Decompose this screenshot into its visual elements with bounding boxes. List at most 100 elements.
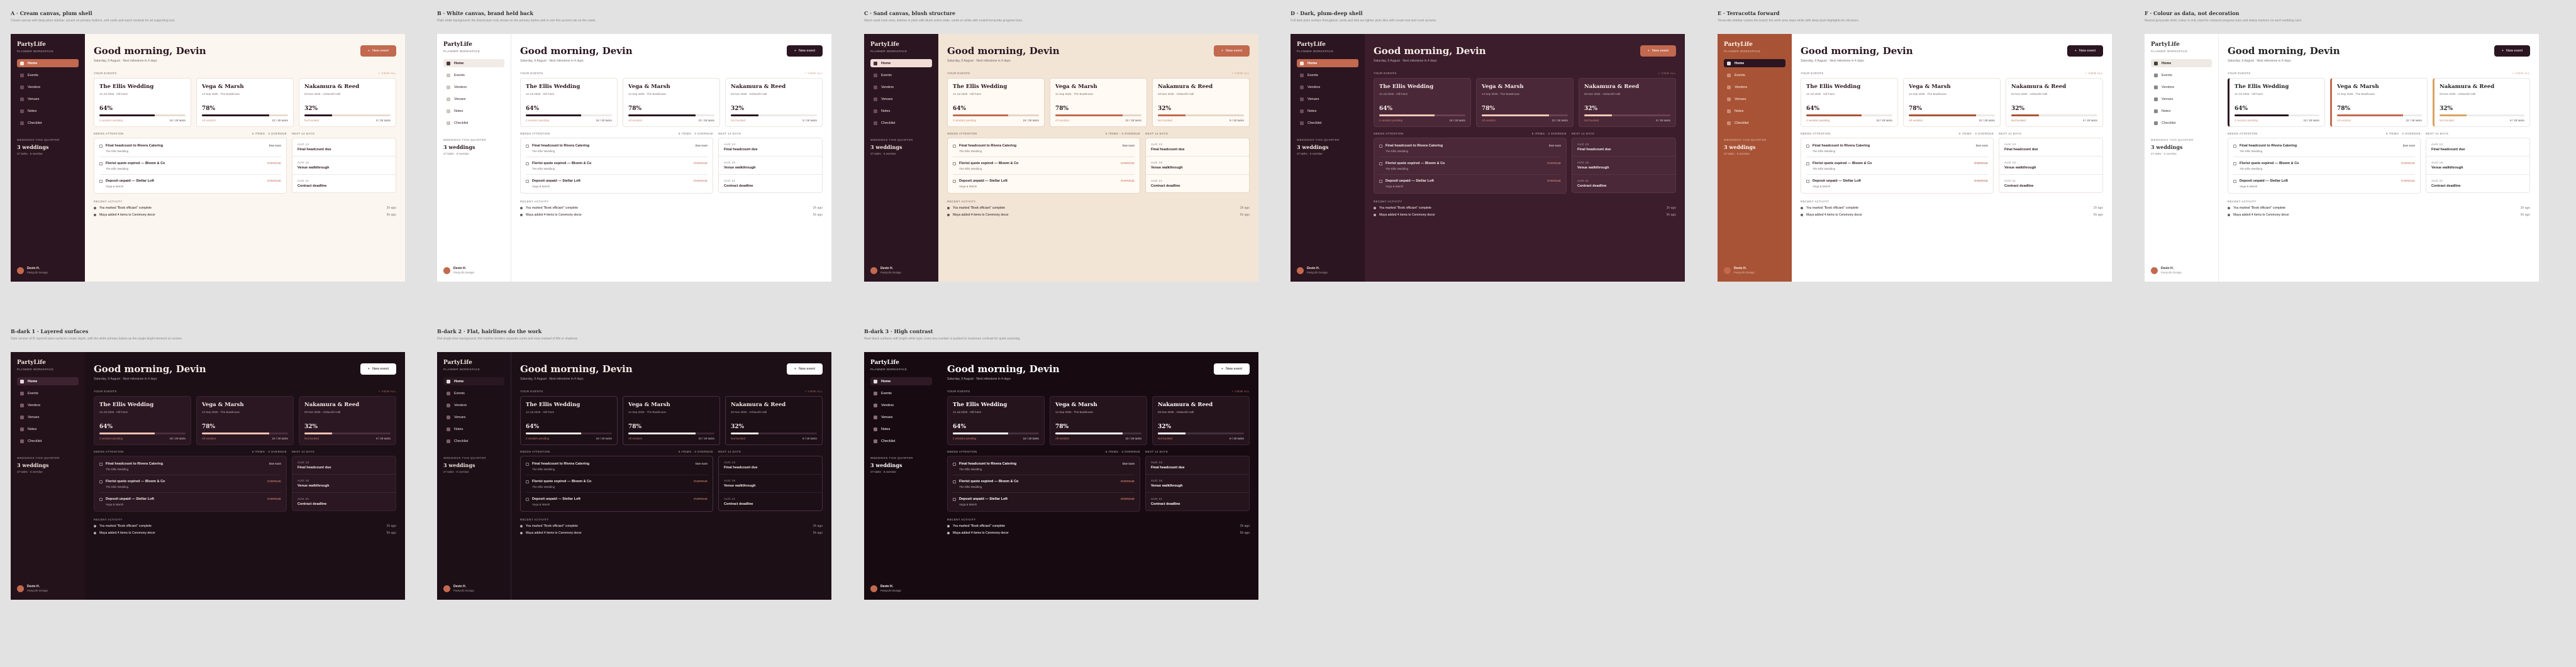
view-all-link[interactable]: + VIEW ALL — [379, 390, 396, 393]
new-event-button[interactable]: + New event — [2494, 45, 2530, 57]
sidebar-item-vendors[interactable]: Vendors — [1297, 83, 1358, 91]
event-card[interactable]: Vega & Marsh 14 Sep 2025 · The Boathouse… — [1050, 78, 1147, 127]
checkbox[interactable] — [526, 180, 529, 183]
sidebar-item-venues[interactable]: Venues — [870, 95, 932, 103]
checkbox[interactable] — [526, 480, 529, 483]
upcoming-item[interactable]: AUG 16 Venue walkthrough — [292, 475, 396, 493]
list-item[interactable]: Florist quote expired — Bloom & Co The E… — [953, 475, 1135, 493]
brand-logo[interactable]: PartyLife — [870, 41, 932, 48]
sidebar-item-events[interactable]: Events — [443, 389, 504, 397]
view-all-link[interactable]: + VIEW ALL — [1232, 72, 1250, 75]
sidebar-item-checklist[interactable]: Checklist — [1297, 119, 1358, 127]
brand-logo[interactable]: PartyLife — [17, 41, 79, 48]
new-event-button[interactable]: + New event — [1213, 45, 1250, 57]
upcoming-item[interactable]: AUG 21 Contract deadline — [292, 493, 396, 510]
sidebar-item-notes[interactable]: Notes — [443, 107, 504, 115]
checkbox[interactable] — [99, 162, 103, 165]
checkbox[interactable] — [99, 180, 103, 183]
list-item[interactable]: Florist quote expired — Bloom & Co The E… — [1379, 157, 1562, 175]
list-item[interactable]: Final headcount to Rivera Catering The E… — [1379, 140, 1562, 157]
upcoming-item[interactable]: AUG 13 Final headcount due — [2426, 138, 2529, 157]
new-event-button[interactable]: + New event — [2067, 45, 2103, 57]
upcoming-item[interactable]: AUG 16 Venue walkthrough — [2426, 157, 2529, 175]
sidebar-item-home[interactable]: Home — [1724, 59, 1785, 67]
sidebar-item-notes[interactable]: Notes — [1724, 107, 1785, 115]
sidebar-item-checklist[interactable]: Checklist — [2151, 119, 2212, 127]
list-item[interactable]: Florist quote expired — Bloom & Co The E… — [526, 475, 708, 493]
view-all-link[interactable]: + VIEW ALL — [1658, 72, 1676, 75]
list-item[interactable]: Deposit unpaid — Stellar Loft Vega & Mar… — [1379, 175, 1561, 192]
event-card[interactable]: Vega & Marsh 14 Sep 2025 · The Boathouse… — [196, 396, 294, 445]
list-item[interactable]: Deposit unpaid — Stellar Loft Vega & Mar… — [953, 175, 1135, 192]
list-item[interactable]: Deposit unpaid — Stellar Loft Vega & Mar… — [526, 175, 708, 192]
checkbox[interactable] — [526, 162, 529, 165]
sidebar-item-checklist[interactable]: Checklist — [443, 119, 504, 127]
sidebar-item-notes[interactable]: Notes — [443, 425, 504, 433]
upcoming-item[interactable]: AUG 21 Contract deadline — [1146, 493, 1249, 510]
event-card[interactable]: Vega & Marsh 14 Sep 2025 · The Boathouse… — [196, 78, 294, 127]
upcoming-item[interactable]: AUG 16 Venue walkthrough — [719, 475, 822, 493]
sidebar-item-home[interactable]: Home — [17, 59, 79, 67]
upcoming-item[interactable]: AUG 16 Venue walkthrough — [292, 157, 396, 175]
upcoming-item[interactable]: AUG 13 Final headcount due — [1146, 456, 1249, 475]
sidebar-item-vendors[interactable]: Vendors — [2151, 83, 2212, 91]
checkbox[interactable] — [1379, 162, 1382, 165]
event-card[interactable]: Vega & Marsh 14 Sep 2025 · The Boathouse… — [1476, 78, 1574, 127]
checkbox[interactable] — [99, 480, 103, 483]
sidebar-item-notes[interactable]: Notes — [2151, 107, 2212, 115]
sidebar-item-events[interactable]: Events — [1297, 71, 1358, 79]
checkbox[interactable] — [2233, 162, 2236, 165]
event-card[interactable]: The Ellis Wedding 12 Jul 2025 · Hill Far… — [947, 396, 1045, 445]
event-card[interactable]: Nakamura & Reed 03 Nov 2025 · Ashworth H… — [299, 78, 396, 127]
event-card[interactable]: Vega & Marsh 14 Sep 2025 · The Boathouse… — [623, 78, 720, 127]
checkbox[interactable] — [953, 145, 956, 148]
sidebar-item-notes[interactable]: Notes — [17, 107, 79, 115]
sidebar-item-vendors[interactable]: Vendors — [443, 83, 504, 91]
list-item[interactable]: Final headcount to Rivera Catering The E… — [953, 140, 1135, 157]
sidebar-item-checklist[interactable]: Checklist — [870, 119, 932, 127]
upcoming-item[interactable]: AUG 21 Contract deadline — [1999, 175, 2102, 192]
list-item[interactable]: Deposit unpaid — Stellar Loft Vega & Mar… — [2233, 175, 2415, 192]
user-profile[interactable]: Devin H. PartyLife Design — [2151, 267, 2182, 274]
sidebar-item-vendors[interactable]: Vendors — [443, 401, 504, 409]
sidebar-item-venues[interactable]: Venues — [17, 413, 79, 421]
event-card[interactable]: Nakamura & Reed 03 Nov 2025 · Ashworth H… — [1579, 78, 1676, 127]
sidebar-item-events[interactable]: Events — [870, 389, 932, 397]
event-card[interactable]: The Ellis Wedding 12 Jul 2025 · Hill Far… — [1801, 78, 1898, 127]
checkbox[interactable] — [526, 498, 529, 501]
sidebar-item-home[interactable]: Home — [1297, 59, 1358, 67]
view-all-link[interactable]: + VIEW ALL — [2512, 72, 2530, 75]
checkbox[interactable] — [99, 145, 103, 148]
list-item[interactable]: Florist quote expired — Bloom & Co The E… — [1806, 157, 1989, 175]
checkbox[interactable] — [1379, 180, 1382, 183]
upcoming-item[interactable]: AUG 21 Contract deadline — [292, 175, 396, 192]
sidebar-item-home[interactable]: Home — [443, 59, 504, 67]
upcoming-item[interactable]: AUG 21 Contract deadline — [2426, 175, 2529, 192]
view-all-link[interactable]: + VIEW ALL — [805, 72, 823, 75]
sidebar-item-home[interactable]: Home — [443, 377, 504, 385]
user-profile[interactable]: Devin H. PartyLife Design — [870, 585, 901, 592]
checkbox[interactable] — [1379, 145, 1382, 148]
checkbox[interactable] — [953, 180, 956, 183]
sidebar-item-venues[interactable]: Venues — [870, 413, 932, 421]
event-card[interactable]: The Ellis Wedding 12 Jul 2025 · Hill Far… — [1374, 78, 1471, 127]
checkbox[interactable] — [99, 463, 103, 466]
upcoming-item[interactable]: AUG 16 Venue walkthrough — [1146, 475, 1249, 493]
event-card[interactable]: The Ellis Wedding 12 Jul 2025 · Hill Far… — [520, 396, 618, 445]
sidebar-item-checklist[interactable]: Checklist — [17, 119, 79, 127]
event-card[interactable]: Nakamura & Reed 03 Nov 2025 · Ashworth H… — [299, 396, 396, 445]
event-card[interactable]: The Ellis Wedding 12 Jul 2025 · Hill Far… — [94, 396, 191, 445]
sidebar-item-events[interactable]: Events — [1724, 71, 1785, 79]
list-item[interactable]: Final headcount to Rivera Catering The E… — [953, 458, 1135, 475]
list-item[interactable]: Final headcount to Rivera Catering The E… — [1806, 140, 1989, 157]
brand-logo[interactable]: PartyLife — [1297, 41, 1358, 48]
list-item[interactable]: Final headcount to Rivera Catering The E… — [99, 140, 282, 157]
sidebar-item-events[interactable]: Events — [2151, 71, 2212, 79]
upcoming-item[interactable]: AUG 13 Final headcount due — [292, 138, 396, 157]
event-card[interactable]: Nakamura & Reed 03 Nov 2025 · Ashworth H… — [2006, 78, 2103, 127]
checkbox[interactable] — [953, 463, 956, 466]
checkbox[interactable] — [526, 145, 529, 148]
sidebar-item-venues[interactable]: Venues — [443, 413, 504, 421]
upcoming-item[interactable]: AUG 13 Final headcount due — [1999, 138, 2102, 157]
brand-logo[interactable]: PartyLife — [443, 360, 504, 366]
